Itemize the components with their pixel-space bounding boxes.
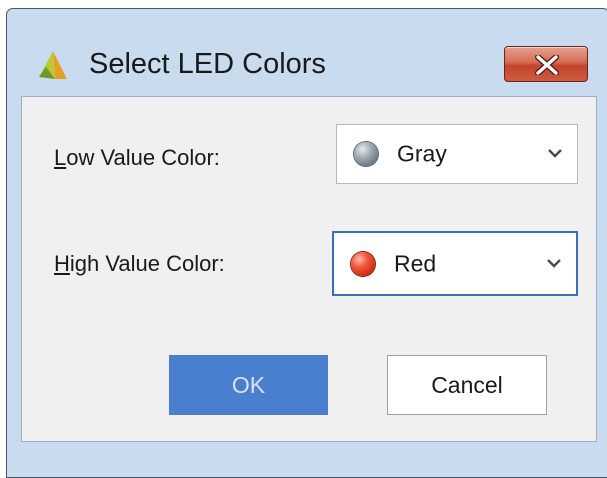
low-value-color-selected: Gray — [397, 140, 447, 167]
red-led-icon — [351, 251, 375, 276]
high-value-mnemonic: H — [54, 251, 70, 276]
close-icon — [535, 55, 559, 75]
select-led-colors-dialog: Select LED Colors Low Value Color: Gray … — [6, 8, 607, 478]
high-value-label-text: igh Value Color: — [69, 251, 225, 276]
gray-led-icon — [354, 142, 378, 166]
low-value-mnemonic: L — [54, 145, 67, 170]
chevron-down-icon — [548, 149, 562, 158]
chevron-down-icon — [547, 258, 561, 268]
window-title: Select LED Colors — [89, 48, 326, 80]
low-value-color-dropdown[interactable]: Gray — [336, 124, 578, 184]
close-button[interactable] — [504, 46, 588, 82]
ok-button[interactable]: OK — [169, 355, 328, 415]
low-value-color-label: Low Value Color: — [54, 145, 220, 171]
cancel-button[interactable]: Cancel — [387, 355, 547, 415]
app-logo-icon — [39, 51, 67, 79]
low-value-label-text: ow Value Color: — [66, 145, 220, 170]
dialog-content: Low Value Color: Gray High Value Color: … — [21, 96, 597, 442]
high-value-color-label: High Value Color: — [54, 251, 225, 277]
high-value-color-selected: Red — [394, 250, 437, 276]
high-value-color-dropdown[interactable]: Red — [332, 231, 578, 296]
title-bar[interactable]: Select LED Colors — [7, 9, 607, 94]
